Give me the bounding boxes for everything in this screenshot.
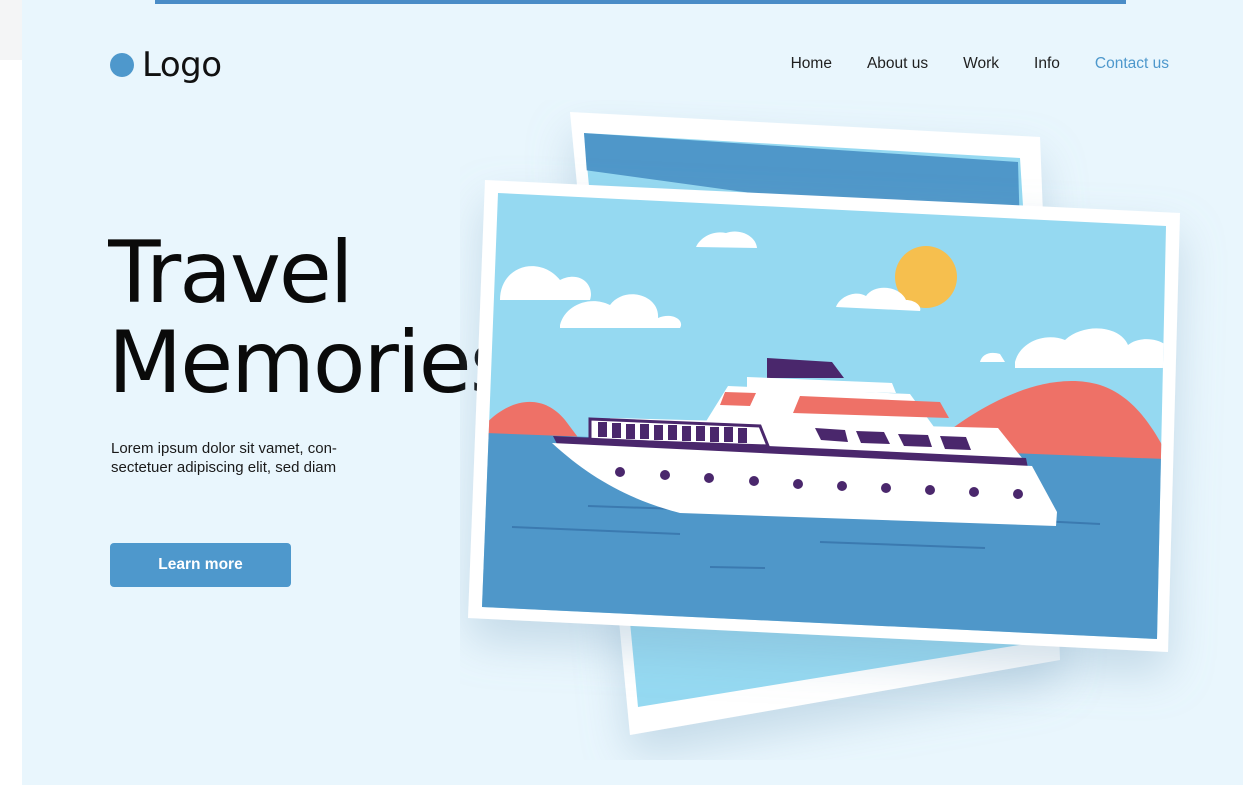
hero-title: Travel Memories: [108, 228, 488, 408]
hero-title-line2: Memories: [108, 313, 488, 408]
hero-title-line1: Travel: [108, 228, 354, 323]
hero-description: Lorem ipsum dolor sit vamet, con- sectet…: [111, 440, 337, 476]
logo-text: Logo: [142, 45, 222, 85]
learn-more-button[interactable]: Learn more: [110, 543, 291, 587]
logo-dot-icon: [110, 53, 134, 77]
cruise-ship-illustration: [468, 112, 1180, 735]
nav-info[interactable]: Info: [1034, 54, 1060, 74]
nav-work[interactable]: Work: [963, 54, 999, 74]
window-edge: [0, 0, 22, 60]
nav-contact-us[interactable]: Contact us: [1095, 54, 1169, 74]
logo[interactable]: Logo: [110, 45, 222, 85]
main-nav: Home About us Work Info Contact us: [791, 54, 1169, 74]
nav-home[interactable]: Home: [791, 54, 832, 74]
top-accent-bar: [155, 0, 1126, 4]
nav-about-us[interactable]: About us: [867, 54, 928, 74]
